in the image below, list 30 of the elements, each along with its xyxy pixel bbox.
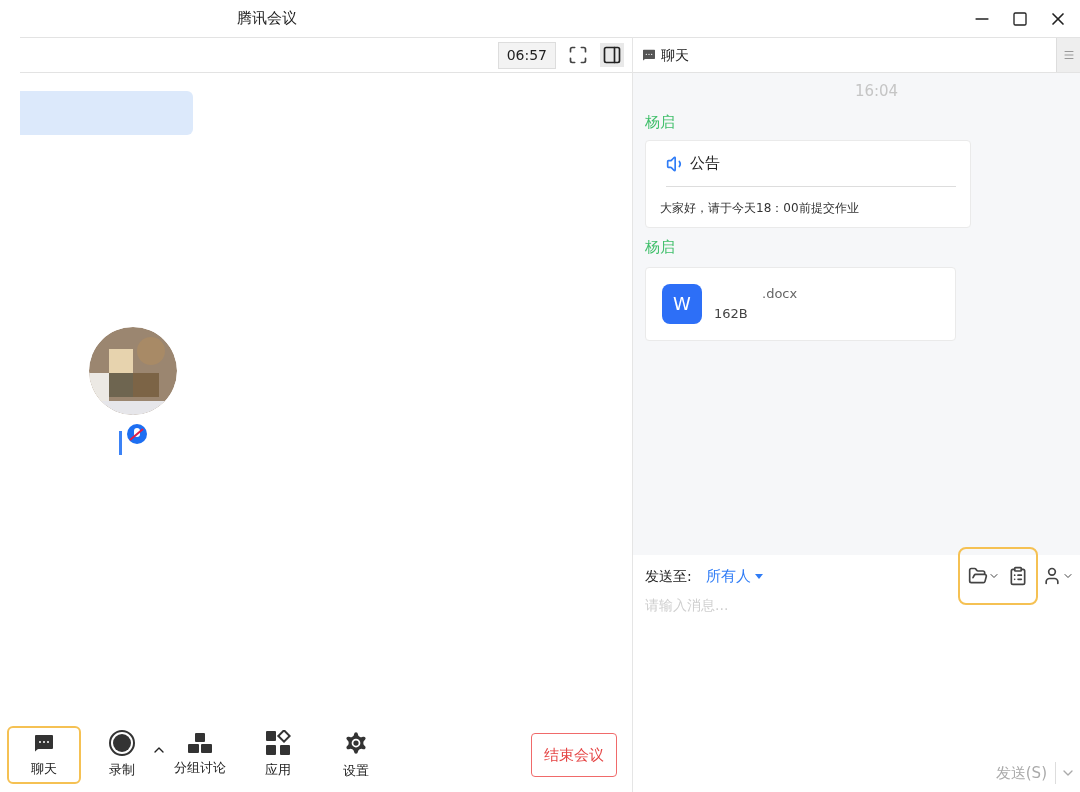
notice-text: 大家好，请于今天18：00前提交作业 — [660, 200, 860, 217]
record-icon — [109, 730, 135, 757]
toolbar-button[interactable]: 设置 — [319, 726, 393, 784]
side-panel-icon[interactable] — [600, 43, 624, 67]
folder-icon[interactable] — [968, 566, 988, 586]
sender-name: 杨启 — [645, 237, 676, 258]
maximize-icon[interactable] — [1012, 10, 1028, 27]
word-file-icon: W — [662, 283, 702, 324]
window-title: 腾讯会议 — [237, 8, 297, 30]
sender-name: 杨启 — [645, 111, 676, 133]
chat-title: 聊天 — [661, 45, 689, 65]
fullscreen-icon[interactable] — [568, 45, 588, 65]
file-name: .docx — [761, 285, 798, 303]
chat-icon — [641, 47, 657, 63]
notice-heading: 公告 — [690, 153, 720, 175]
toolbar-button[interactable]: 应用 — [241, 726, 315, 784]
apps-icon — [265, 730, 291, 757]
toolbar-button[interactable]: 聊天 — [7, 726, 81, 784]
groups-icon — [187, 732, 213, 755]
file-size: 162B — [714, 304, 749, 323]
meeting-timer: 06:57 — [497, 41, 556, 69]
toolbar-button[interactable]: 录制 — [85, 726, 159, 784]
end-meeting-button[interactable]: 结束会议 — [531, 733, 617, 777]
muted-mic-icon — [116, 423, 150, 457]
toolbar-button[interactable]: 分组讨论 — [163, 726, 237, 784]
file-card[interactable]: W .docx 162B — [645, 266, 956, 341]
clipboard-icon[interactable] — [1008, 566, 1028, 586]
send-to-label: 发送至: — [645, 566, 692, 586]
user-icon[interactable] — [1042, 566, 1062, 586]
recipient-dropdown[interactable]: 所有人 — [705, 564, 763, 588]
